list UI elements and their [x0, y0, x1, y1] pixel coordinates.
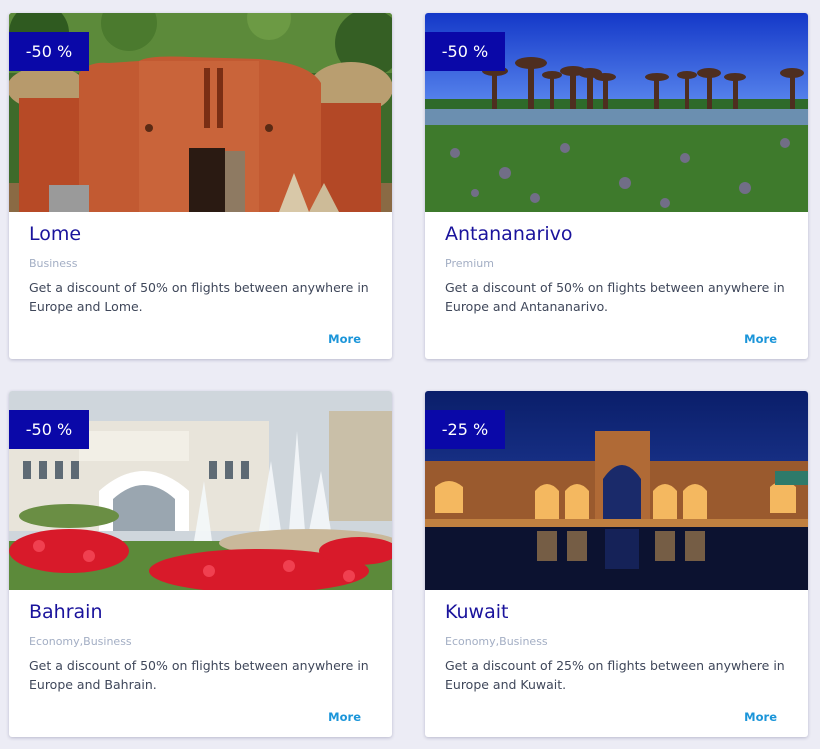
deal-city-title: Antananarivo	[445, 223, 573, 245]
more-link[interactable]: More	[328, 332, 361, 346]
deal-body: Kuwait Economy,Business Get a discount o…	[425, 590, 808, 737]
deal-description: Get a discount of 50% on flights between…	[29, 280, 369, 314]
deal-body: Lome Business Get a discount of 50% on f…	[9, 212, 392, 359]
deal-body: Antananarivo Premium Get a discount of 5…	[425, 212, 808, 359]
deal-category: Economy,Business	[29, 635, 132, 648]
discount-badge: -50 %	[425, 32, 505, 71]
deal-city-title: Bahrain	[29, 601, 103, 623]
deal-card-lome[interactable]: -50 % Lome Business Get a discount of 50…	[9, 13, 392, 359]
deals-grid: -50 % Lome Business Get a discount of 50…	[0, 0, 820, 749]
more-link[interactable]: More	[328, 710, 361, 724]
deal-photo-lome: -50 %	[9, 13, 392, 212]
deal-description: Get a discount of 50% on flights between…	[445, 280, 785, 314]
more-link[interactable]: More	[744, 710, 777, 724]
deal-card-kuwait[interactable]: -25 % Kuwait Economy,Business Get a disc…	[425, 391, 808, 737]
deal-category: Business	[29, 257, 78, 270]
deal-category: Premium	[445, 257, 494, 270]
deal-photo-bahrain: -50 %	[9, 391, 392, 590]
deal-card-bahrain[interactable]: -50 % Bahrain Economy,Business Get a dis…	[9, 391, 392, 737]
deal-description: Get a discount of 25% on flights between…	[445, 658, 785, 692]
deal-city-title: Lome	[29, 223, 82, 245]
deal-photo-kuwait: -25 %	[425, 391, 808, 590]
discount-badge: -50 %	[9, 32, 89, 71]
deal-description: Get a discount of 50% on flights between…	[29, 658, 369, 692]
deal-city-title: Kuwait	[445, 601, 509, 623]
deal-category: Economy,Business	[445, 635, 548, 648]
more-link[interactable]: More	[744, 332, 777, 346]
deal-photo-antananarivo: -50 %	[425, 13, 808, 212]
discount-badge: -50 %	[9, 410, 89, 449]
deal-body: Bahrain Economy,Business Get a discount …	[9, 590, 392, 737]
deal-card-antananarivo[interactable]: -50 % Antananarivo Premium Get a discoun…	[425, 13, 808, 359]
discount-badge: -25 %	[425, 410, 505, 449]
